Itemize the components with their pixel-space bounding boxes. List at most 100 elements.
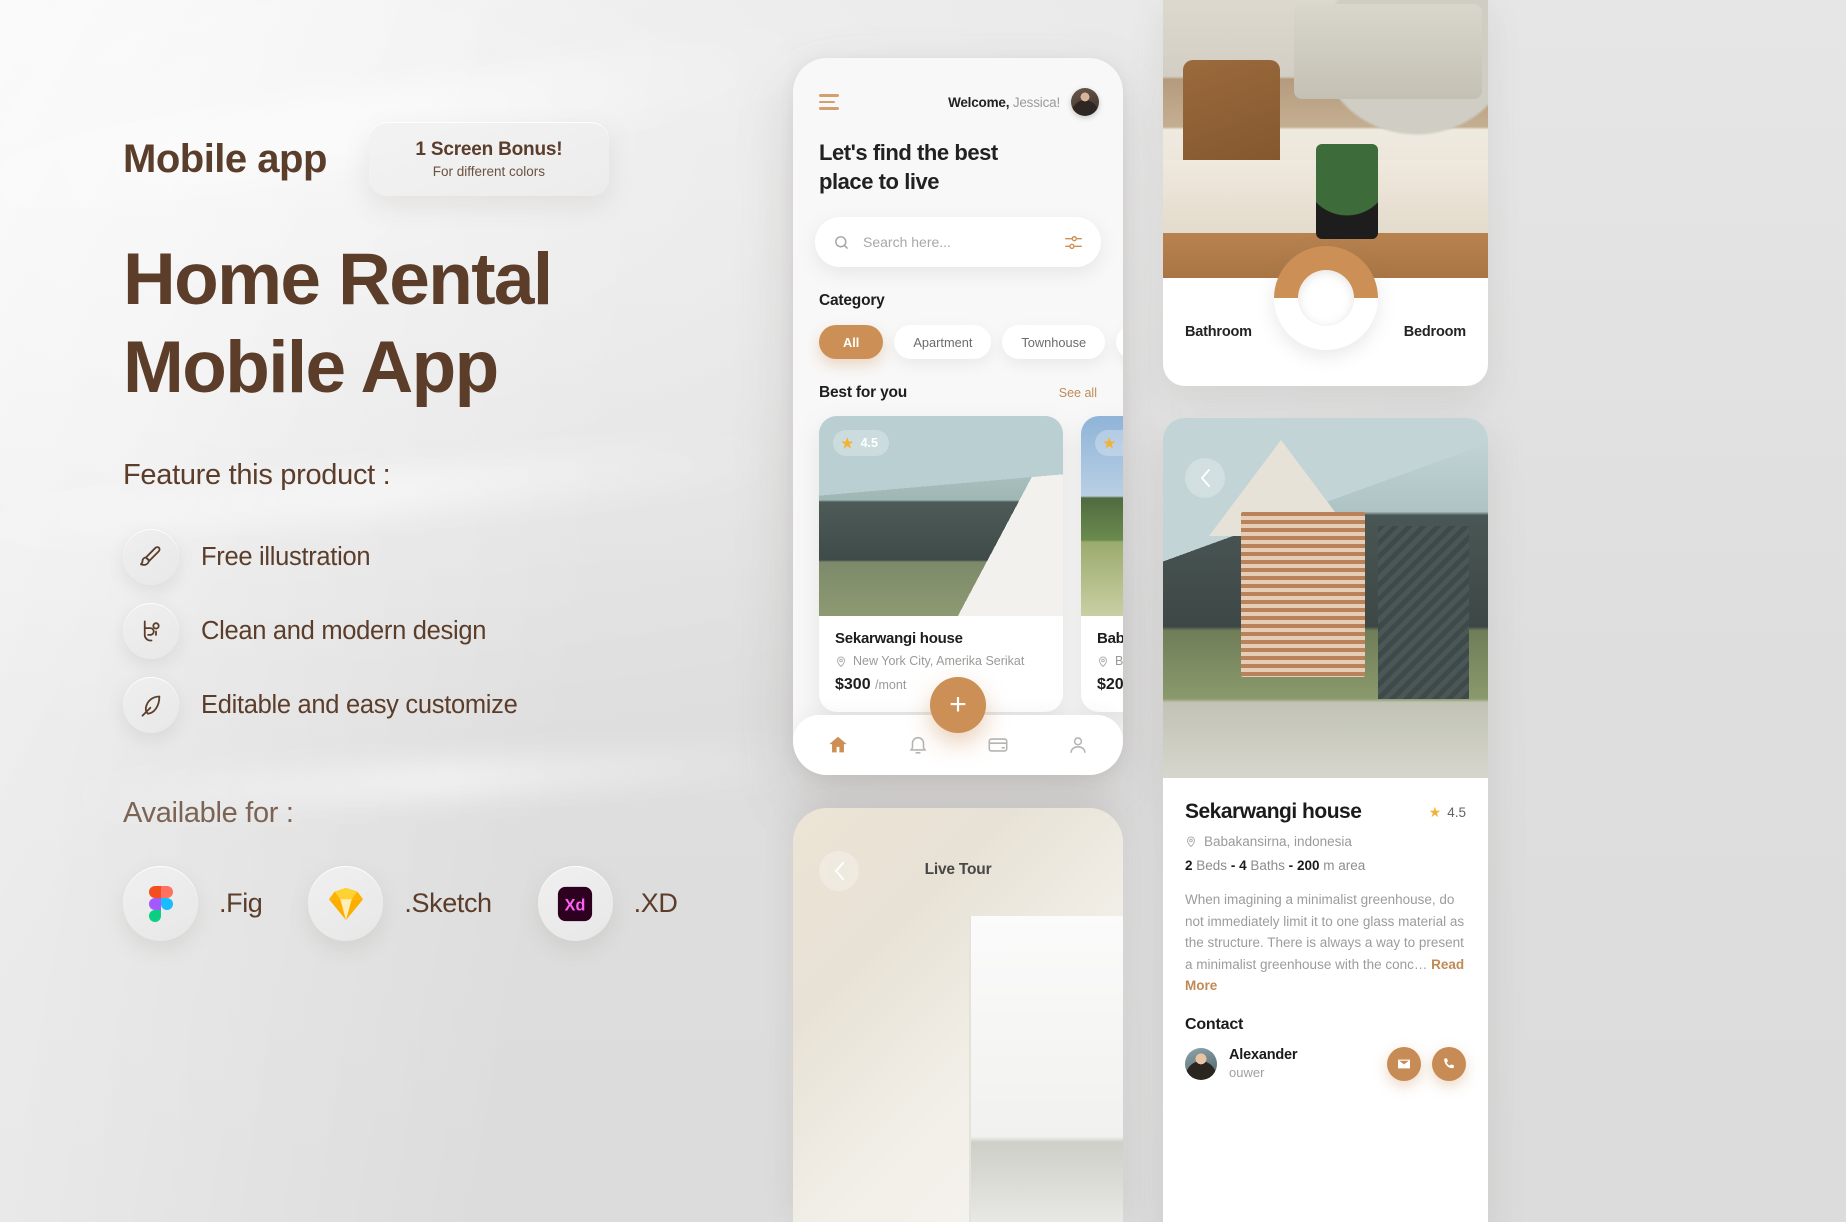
welcome-prefix: Welcome,: [948, 94, 1010, 110]
figma-logo: [123, 866, 198, 941]
arc-toggle[interactable]: [1273, 246, 1378, 350]
screen-title: Let's find the best place to live: [819, 138, 1123, 196]
category-chip-all[interactable]: All: [819, 325, 884, 359]
toggle-label-bedroom[interactable]: Bedroom: [1404, 324, 1466, 340]
property-info: Babakansirna house Babakansirna, indones…: [1081, 616, 1123, 712]
welcome-text: Welcome, Jessica!: [948, 95, 1060, 110]
add-button[interactable]: +: [930, 677, 986, 733]
toggle-label-bathroom[interactable]: Bathroom: [1185, 324, 1252, 340]
rating-value: 4.5: [860, 436, 878, 450]
page-title: Home Rental Mobile App: [123, 236, 553, 412]
detail-description-text: When imagining a minimalist greenhouse, …: [1185, 892, 1465, 972]
category-chip-apartment[interactable]: Apartment: [894, 325, 992, 359]
bonus-card: 1 Screen Bonus! For different colors: [368, 122, 609, 196]
detail-location-text: Babakansirna, indonesia: [1204, 834, 1352, 849]
sofa-shape: [1293, 4, 1482, 100]
property-card[interactable]: ★ 4.5 Babakansirna house Babakansirna, i…: [1081, 416, 1123, 712]
adobe-xd-logo: Xd: [537, 866, 613, 941]
contact-row: Alexander ouwer: [1185, 1046, 1466, 1081]
spec-baths-label: Baths: [1250, 858, 1285, 873]
person-icon[interactable]: [1067, 734, 1089, 756]
see-all-link[interactable]: See all: [1059, 386, 1097, 400]
category-chip-villa[interactable]: Villa: [1116, 325, 1123, 359]
property-name: Babakansirna house: [1097, 630, 1123, 647]
list-item: Xd .XD: [537, 866, 724, 941]
avatar: [1185, 1047, 1217, 1080]
price-period: /mont: [875, 678, 907, 692]
feather-pen-icon: [123, 677, 179, 733]
property-card-list: ★ 4.5 Sekarwangi house New York City, Am…: [819, 416, 1123, 712]
location-pin-icon: [1186, 836, 1196, 848]
category-chip-townhouse[interactable]: Townhouse: [1002, 325, 1106, 359]
live-tour-title: Live Tour: [924, 861, 992, 878]
detail-header: Sekarwangi house ★ 4.5: [1185, 800, 1466, 824]
list-item: .Sketch: [308, 866, 537, 941]
contact-person: Alexander ouwer: [1185, 1047, 1298, 1081]
room-toggle-row: Bathroom Bedroom: [1163, 246, 1488, 386]
headline-line-1: Home Rental: [123, 239, 553, 320]
spec-beds-value: 2: [1185, 858, 1193, 873]
screen-title-text: Let's find the best place to live: [819, 140, 998, 194]
plant-shape: [1315, 143, 1378, 239]
property-location: Babakansirna, indonesia: [1097, 654, 1123, 668]
contact-role: ouwer: [1229, 1065, 1265, 1081]
contact-actions: [1387, 1046, 1466, 1081]
price-value: $200: [1097, 676, 1123, 693]
design-hand-icon: [123, 603, 179, 659]
section-title: Best for you: [819, 384, 908, 401]
star-icon: ★: [841, 435, 854, 451]
search-icon: [835, 235, 848, 249]
bonus-subtitle: For different colors: [432, 164, 546, 179]
sketch-logo: [308, 866, 384, 941]
property-photo: ★ 4.5: [1081, 416, 1123, 616]
list-item: .Fig: [123, 866, 308, 941]
spec-baths-value: 4: [1239, 858, 1247, 873]
phone-icon: [1444, 1058, 1454, 1069]
feature-label: Editable and easy customize: [201, 690, 518, 719]
contact-section-title: Contact: [1185, 1015, 1244, 1033]
home-icon[interactable]: [827, 734, 849, 756]
right-panel: Bathroom Bedroom Sekarwangi house ★ 4.5: [1163, 0, 1846, 1222]
bell-icon[interactable]: [907, 734, 929, 756]
wall-shape: [1377, 526, 1469, 699]
detail-specs: 2 Beds - 4 Baths - 200 m area: [1185, 858, 1466, 873]
contact-name: Alexander: [1229, 1047, 1298, 1064]
category-chip-list: All Apartment Townhouse Villa: [819, 325, 1123, 359]
rating-badge: ★ 4.5: [1095, 430, 1123, 456]
avatar[interactable]: [1071, 88, 1099, 116]
mail-button[interactable]: [1387, 1046, 1421, 1081]
property-price: $200 /mont: [1097, 676, 1123, 694]
phone-live-tour-screen: Live Tour: [793, 808, 1123, 1222]
detail-location: Babakansirna, indonesia: [1185, 834, 1466, 849]
detail-rating-value: 4.5: [1447, 804, 1466, 820]
spec-sep-2: -: [1288, 858, 1294, 873]
list-item: Free illustration: [123, 528, 518, 586]
left-panel: Mobile app 1 Screen Bonus! For different…: [0, 0, 800, 1222]
kicker-mobile-app: Mobile app: [123, 136, 327, 181]
call-button[interactable]: [1432, 1046, 1466, 1081]
detail-rating: ★ 4.5: [1429, 805, 1466, 820]
spec-area-label: m area: [1323, 858, 1366, 873]
location-pin-icon: [836, 656, 846, 667]
category-label: Category: [819, 292, 885, 309]
search-input[interactable]: [863, 234, 1051, 250]
property-photo: ★ 4.5: [819, 416, 1063, 616]
back-button[interactable]: [1185, 458, 1225, 498]
headline-line-2: Mobile App: [123, 327, 499, 408]
property-card[interactable]: ★ 4.5 Sekarwangi house New York City, Am…: [819, 416, 1063, 712]
property-detail-photo: [1163, 418, 1488, 778]
search-bar[interactable]: [815, 217, 1101, 267]
detail-description: When imagining a minimalist greenhouse, …: [1185, 889, 1466, 997]
spec-area-value: 200: [1296, 858, 1320, 873]
app-format-label: .XD: [633, 888, 678, 918]
property-detail-body: Sekarwangi house ★ 4.5 Babakansirna, ind…: [1163, 778, 1488, 1081]
card-icon[interactable]: [987, 734, 1009, 756]
property-location: New York City, Amerika Serikat: [835, 654, 1047, 668]
property-location-text: Babakansirna, indonesia: [1115, 654, 1123, 668]
hamburger-icon[interactable]: [819, 94, 839, 110]
filter-sliders-icon[interactable]: [1064, 234, 1083, 251]
available-section-title: Available for :: [123, 797, 294, 829]
bonus-title: 1 Screen Bonus!: [415, 139, 563, 160]
best-for-you-header: Best for you See all: [819, 384, 1097, 402]
rating-badge: ★ 4.5: [833, 430, 889, 456]
